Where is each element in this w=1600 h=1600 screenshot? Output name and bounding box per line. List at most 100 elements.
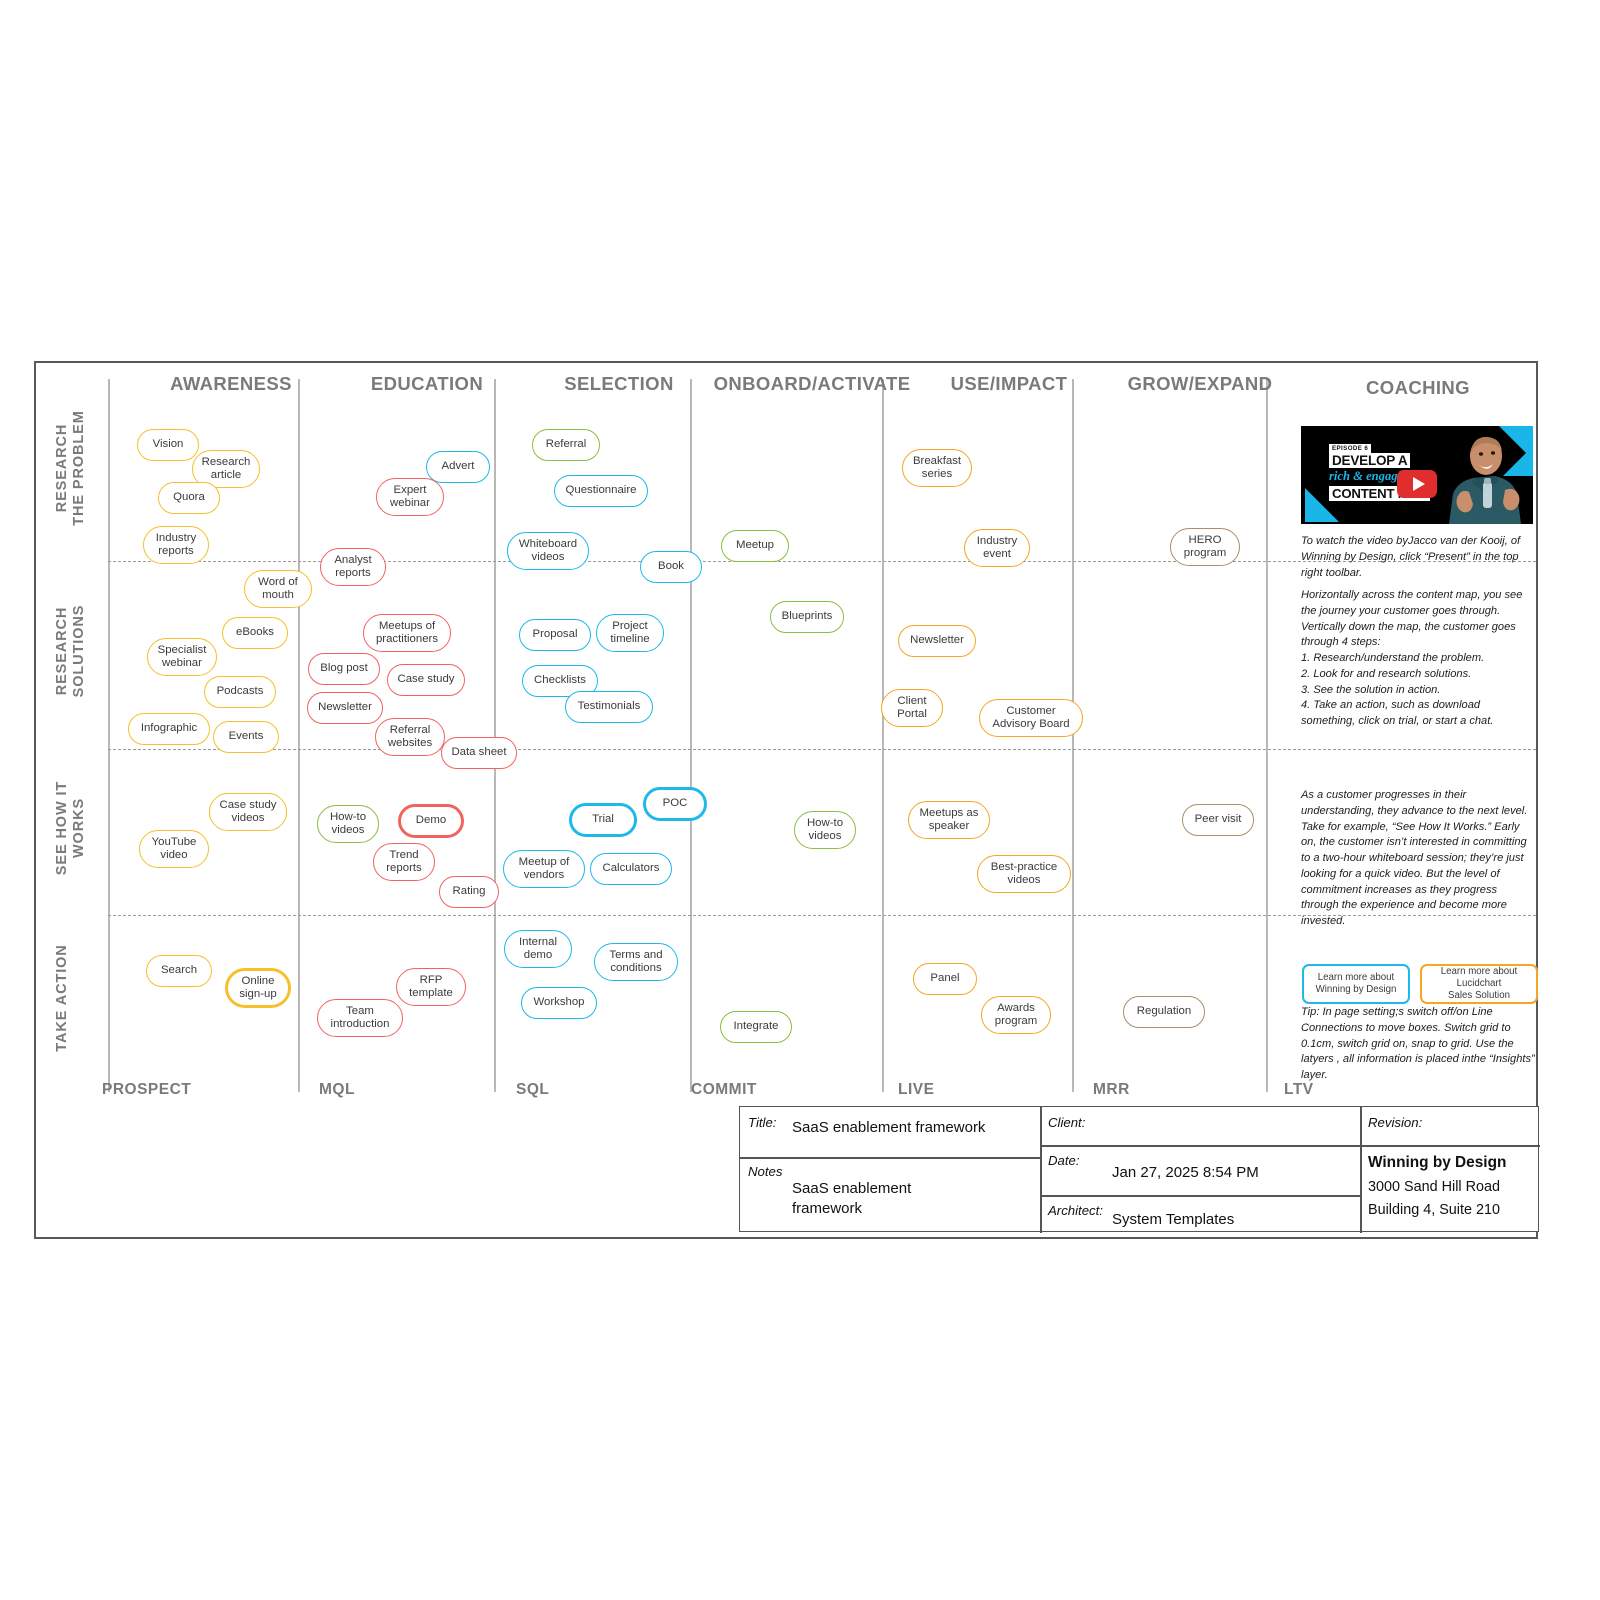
- learn-more-button-1[interactable]: Learn more about Lucidchart Sales Soluti…: [1420, 964, 1538, 1004]
- client-label: Client:: [1048, 1115, 1086, 1130]
- node-proposal[interactable]: Proposal: [519, 619, 591, 651]
- node-meetup-of-vendors[interactable]: Meetup of vendors: [503, 850, 585, 888]
- node-youtube-video[interactable]: YouTube video: [139, 830, 209, 868]
- node-integrate[interactable]: Integrate: [720, 1011, 792, 1043]
- titleblock-hline-3: [1040, 1195, 1360, 1197]
- node-meetups-as-speaker[interactable]: Meetups as speaker: [908, 801, 990, 839]
- node-newsletter[interactable]: Newsletter: [307, 692, 383, 724]
- node-word-of-mouth[interactable]: Word of mouth: [244, 570, 312, 608]
- node-how-to-videos[interactable]: How-to videos: [794, 811, 856, 849]
- coaching-panel: EPISODE 6 DEVELOP A rich & engaging CONT…: [1298, 393, 1538, 1093]
- node-testimonials[interactable]: Testimonials: [565, 691, 653, 723]
- coaching-paragraph-0: To watch the video byJacco van der Kooij…: [1301, 535, 1521, 579]
- column-header-education: EDUCATION: [370, 373, 484, 394]
- node-panel[interactable]: Panel: [913, 963, 977, 995]
- architect-label: Architect:: [1048, 1203, 1103, 1218]
- node-client-portal[interactable]: Client Portal: [881, 689, 943, 727]
- node-analyst-reports[interactable]: Analyst reports: [320, 548, 386, 586]
- node-quora[interactable]: Quora: [158, 482, 220, 514]
- node-meetups-of-practitioners[interactable]: Meetups of practitioners: [363, 614, 451, 652]
- node-data-sheet[interactable]: Data sheet: [441, 737, 517, 769]
- node-industry-reports[interactable]: Industry reports: [143, 526, 209, 564]
- node-peer-visit[interactable]: Peer visit: [1182, 804, 1254, 836]
- node-breakfast-series[interactable]: Breakfast series: [902, 449, 972, 487]
- node-case-study-videos[interactable]: Case study videos: [209, 793, 287, 831]
- row-label-research-solutions: RESEARCH SOLUTIONS: [54, 604, 88, 698]
- node-podcasts[interactable]: Podcasts: [204, 676, 276, 708]
- play-icon[interactable]: [1397, 470, 1437, 498]
- node-referral-websites[interactable]: Referral websites: [375, 718, 445, 756]
- learn-more-button-0[interactable]: Learn more about Winning by Design: [1302, 964, 1410, 1004]
- architect-value[interactable]: System Templates: [1112, 1210, 1234, 1230]
- coaching-paragraph-2: As a customer progresses in their unders…: [1301, 789, 1528, 927]
- node-infographic[interactable]: Infographic: [128, 713, 210, 745]
- node-specialist-webinar[interactable]: Specialist webinar: [147, 638, 217, 676]
- column-header-use-impact: USE/IMPACT: [950, 373, 1068, 394]
- date-label: Date:: [1048, 1153, 1080, 1168]
- node-hero-program[interactable]: HERO program: [1170, 528, 1240, 566]
- column-divider-6: [1266, 379, 1268, 1092]
- node-referral[interactable]: Referral: [532, 429, 600, 461]
- column-header-selection: SELECTION: [564, 373, 674, 394]
- node-how-to-videos[interactable]: How-to videos: [317, 805, 379, 843]
- column-header-grow-expand: GROW/EXPAND: [1127, 373, 1273, 394]
- stage-label-prospect: PROSPECT: [102, 1081, 192, 1098]
- node-blueprints[interactable]: Blueprints: [770, 601, 844, 633]
- column-divider-2: [494, 379, 496, 1092]
- node-terms-and-conditions[interactable]: Terms and conditions: [594, 943, 678, 981]
- node-search[interactable]: Search: [146, 955, 212, 987]
- node-online-sign-up[interactable]: Online sign-up: [225, 968, 291, 1008]
- column-divider-5: [1072, 379, 1074, 1092]
- stage-label-commit: COMMIT: [691, 1081, 757, 1098]
- stage-label-sql: SQL: [516, 1081, 550, 1098]
- coaching-paragraph-1: Horizontally across the content map, you…: [1301, 589, 1523, 727]
- node-poc[interactable]: POC: [643, 787, 707, 821]
- node-trial[interactable]: Trial: [569, 803, 637, 837]
- node-demo[interactable]: Demo: [398, 804, 464, 838]
- title-label: Title:: [748, 1115, 777, 1130]
- titleblock-hline-4: [1360, 1145, 1540, 1147]
- node-workshop[interactable]: Workshop: [521, 987, 597, 1019]
- stage-label-live: LIVE: [898, 1081, 935, 1098]
- node-trend-reports[interactable]: Trend reports: [373, 843, 435, 881]
- node-events[interactable]: Events: [213, 721, 279, 753]
- video-title-line1: DEVELOP A: [1329, 453, 1411, 468]
- date-value[interactable]: Jan 27, 2025 8:54 PM: [1112, 1163, 1259, 1183]
- titleblock-hline-2: [1040, 1145, 1360, 1147]
- coaching-paragraph-3: Tip: In page setting;s switch off/on Lin…: [1301, 1006, 1535, 1081]
- node-rfp-template[interactable]: RFP template: [396, 968, 466, 1006]
- node-advert[interactable]: Advert: [426, 451, 490, 483]
- node-blog-post[interactable]: Blog post: [308, 653, 380, 685]
- column-header-onboard-activate: ONBOARD/ACTIVATE: [713, 373, 911, 394]
- title-value[interactable]: SaaS enablement framework: [792, 1118, 985, 1138]
- column-divider-0: [108, 379, 110, 1092]
- node-book[interactable]: Book: [640, 551, 702, 583]
- node-best-practice-videos[interactable]: Best-practice videos: [977, 855, 1071, 893]
- node-awards-program[interactable]: Awards program: [981, 996, 1051, 1034]
- node-industry-event[interactable]: Industry event: [964, 529, 1030, 567]
- company-address-line1: 3000 Sand Hill Road: [1368, 1179, 1501, 1195]
- node-newsletter[interactable]: Newsletter: [898, 625, 976, 657]
- video-episode-label: EPISODE 6: [1329, 444, 1372, 453]
- notes-value[interactable]: SaaS enablement framework: [792, 1179, 911, 1218]
- node-team-introduction[interactable]: Team introduction: [317, 999, 403, 1037]
- titleblock-hline-1: [740, 1157, 1040, 1159]
- node-questionnaire[interactable]: Questionnaire: [554, 475, 648, 507]
- column-divider-3: [690, 379, 692, 1092]
- node-regulation[interactable]: Regulation: [1123, 996, 1205, 1028]
- node-case-study[interactable]: Case study: [387, 664, 465, 696]
- node-whiteboard-videos[interactable]: Whiteboard videos: [507, 532, 589, 570]
- column-divider-4: [882, 379, 884, 1092]
- node-project-timeline[interactable]: Project timeline: [596, 614, 664, 652]
- node-rating[interactable]: Rating: [439, 876, 499, 908]
- node-internal-demo[interactable]: Internal demo: [504, 930, 572, 968]
- node-calculators[interactable]: Calculators: [590, 853, 672, 885]
- video-thumbnail[interactable]: EPISODE 6 DEVELOP A rich & engaging CONT…: [1301, 426, 1533, 524]
- node-customer-advisory-board[interactable]: Customer Advisory Board: [979, 699, 1083, 737]
- notes-label: Notes: [748, 1164, 783, 1179]
- node-meetup[interactable]: Meetup: [721, 530, 789, 562]
- node-expert-webinar[interactable]: Expert webinar: [376, 478, 444, 516]
- speaker-photo: [1449, 436, 1521, 524]
- node-ebooks[interactable]: eBooks: [222, 617, 288, 649]
- node-vision[interactable]: Vision: [137, 429, 199, 461]
